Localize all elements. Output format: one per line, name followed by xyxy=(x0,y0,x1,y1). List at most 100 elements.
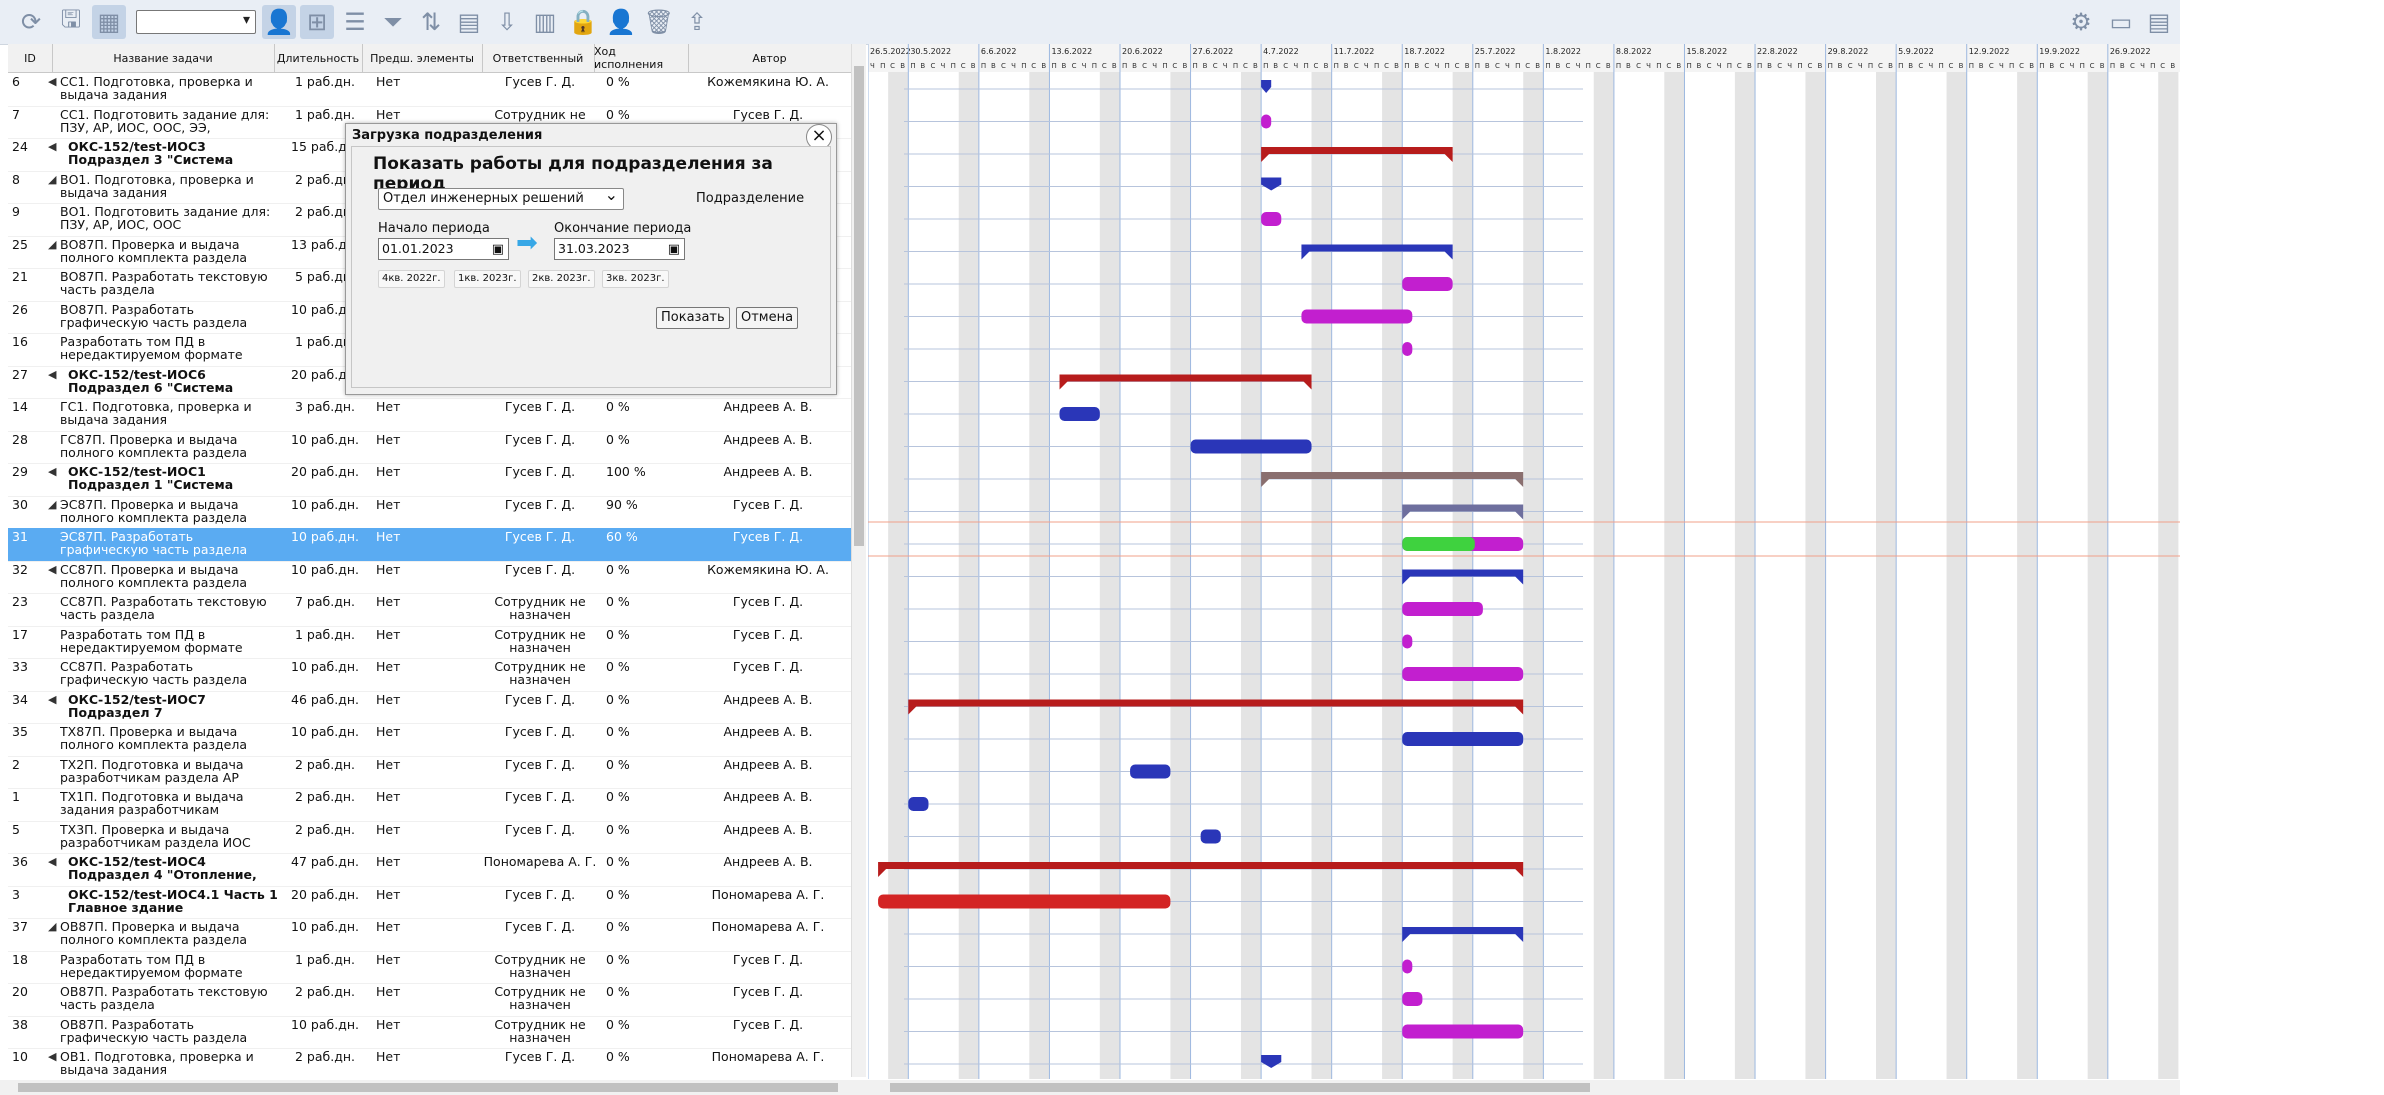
end-date-input[interactable]: 31.03.2023 ▣ xyxy=(554,238,685,260)
table-row[interactable]: 37 ◢ ОВ87П. Проверка и выдача полного комп… xyxy=(8,918,851,952)
expand-icon[interactable]: ◀ xyxy=(48,1050,58,1077)
col-progress[interactable]: Ход исполнения xyxy=(594,44,689,72)
expand-icon[interactable]: ◢ xyxy=(48,238,58,267)
expand-icon[interactable] xyxy=(48,433,58,462)
expand-icon[interactable] xyxy=(48,628,58,657)
expand-icon[interactable]: ◀ xyxy=(48,465,58,494)
monitor-settings-icon[interactable]: ▭ xyxy=(2104,5,2138,39)
table-row[interactable]: 38 ОВ87П. Разработать графическую часть р… xyxy=(8,1016,851,1049)
tree-icon[interactable]: ⊞ xyxy=(300,5,334,39)
expand-icon[interactable] xyxy=(48,888,58,917)
col-pred[interactable]: Предш. элементы xyxy=(362,44,483,72)
chart-icon[interactable]: ▥ xyxy=(528,5,562,39)
import-icon[interactable]: ⇩ xyxy=(490,5,524,39)
task-responsible: Гусев Г. Д. xyxy=(504,432,576,447)
save-icon[interactable]: 🖫 xyxy=(54,5,88,39)
table-row[interactable]: 33 СС87П. Разработать графическую часть р… xyxy=(8,658,851,692)
table-row[interactable]: 35 ТХ87П. Проверка и выдача полного компл… xyxy=(8,723,851,757)
quarter-button-q3-2023[interactable]: 3кв. 2023г. xyxy=(602,270,669,288)
quarter-button-q2-2023[interactable]: 2кв. 2023г. xyxy=(528,270,595,288)
expand-icon[interactable]: ◀ xyxy=(48,693,58,722)
expand-icon[interactable]: ◀ xyxy=(48,140,58,169)
task-name: ОВ87П. Разработать графическую часть раз… xyxy=(60,1017,248,1045)
col-name[interactable]: Название задачи xyxy=(52,44,275,72)
add-user-icon[interactable]: 👤 xyxy=(604,5,638,39)
expand-icon[interactable] xyxy=(48,595,58,624)
expand-icon[interactable] xyxy=(48,985,58,1014)
filter-user-icon[interactable]: 👤 xyxy=(262,5,296,39)
expand-icon[interactable]: ◢ xyxy=(48,173,58,202)
expand-icon[interactable] xyxy=(48,758,58,787)
cancel-button[interactable]: Отмена xyxy=(736,307,799,329)
quarter-button-q4-2022[interactable]: 4кв. 2022г. xyxy=(378,270,445,288)
filter-icon[interactable]: ⏷ xyxy=(376,5,410,39)
expand-icon[interactable] xyxy=(48,823,58,852)
table-row[interactable]: 20 ОВ87П. Разработать текстовую часть раз… xyxy=(8,983,851,1017)
table-row[interactable]: 31 ЭС87П. Разработать графическую часть р… xyxy=(8,528,851,562)
col-responsible[interactable]: Ответственный xyxy=(482,44,595,72)
table-row[interactable]: 29 ◀ ОКС-152/test-ИОС1 Подраздел 1 "Систем… xyxy=(8,463,851,497)
calendar-icon[interactable]: ▣ xyxy=(668,240,680,260)
table-row[interactable]: 32 ◀ СС87П. Проверка и выдача полного комп… xyxy=(8,561,851,594)
department-select[interactable]: Отдел инженерных решений xyxy=(378,185,624,210)
table-row[interactable]: 14 ГС1. Подготовка, проверка и выдача зад… xyxy=(8,398,851,432)
view-select[interactable] xyxy=(136,10,256,34)
table-row[interactable]: 3 ОКС-152/test-ИОС4.1 Часть 1 Главное зда… xyxy=(8,886,851,919)
lock-icon[interactable]: 🔒 xyxy=(566,5,600,39)
calendar-icon[interactable]: ▤ xyxy=(452,5,486,39)
table-row[interactable]: 23 СС87П. Разработать текстовую часть раз… xyxy=(8,593,851,627)
col-duration[interactable]: Длительность xyxy=(274,44,363,72)
col-author[interactable]: Автор xyxy=(688,44,851,72)
expand-icon[interactable] xyxy=(48,205,58,234)
table-row[interactable]: 2 ТХ2П. Подготовка и выдача разработчикам… xyxy=(8,756,851,789)
task-progress: 0 % xyxy=(606,692,630,707)
expand-icon[interactable] xyxy=(48,530,58,559)
table-row[interactable]: 1 ТХ1П. Подготовка и выдача задания разра… xyxy=(8,788,851,822)
horizontal-scrollbar[interactable] xyxy=(0,1080,2180,1095)
expand-icon[interactable]: ◢ xyxy=(48,498,58,527)
expand-icon[interactable]: ◀ xyxy=(48,368,58,397)
show-button[interactable]: Показать xyxy=(656,307,730,329)
columns-icon[interactable]: ▤ xyxy=(2142,5,2176,39)
delete-icon[interactable]: 🗑 xyxy=(642,5,676,39)
table-row[interactable]: 17 Разработать том ПД в нередактируемом ф… xyxy=(8,626,851,659)
expand-icon[interactable] xyxy=(48,660,58,689)
table-row[interactable]: 36 ◀ ОКС-152/test-ИОС4 Подраздел 4 "Отопле… xyxy=(8,853,851,887)
expand-icon[interactable] xyxy=(48,303,58,332)
grid-hscroll-thumb[interactable] xyxy=(18,1083,838,1092)
table-row[interactable]: 10 ◀ ОВ1. Подготовка, проверка и выдача за… xyxy=(8,1048,851,1077)
start-date-input[interactable]: 01.01.2023 ▣ xyxy=(378,238,509,260)
expand-icon[interactable] xyxy=(48,725,58,754)
calendar-icon[interactable]: ▣ xyxy=(492,240,504,260)
refresh-icon[interactable]: ⟳ xyxy=(14,5,48,39)
grid-vscrollbar[interactable] xyxy=(851,44,866,1077)
expand-icon[interactable] xyxy=(48,953,58,982)
gantt-hscroll-thumb[interactable] xyxy=(890,1083,1590,1092)
hierarchy-icon[interactable]: ▦ xyxy=(92,5,126,39)
export-icon[interactable]: ⇪ xyxy=(680,5,714,39)
expand-icon[interactable]: ◀ xyxy=(48,563,58,592)
expand-icon[interactable]: ◢ xyxy=(48,920,58,949)
expand-icon[interactable] xyxy=(48,335,58,364)
quarter-button-q1-2023[interactable]: 1кв. 2023г. xyxy=(454,270,521,288)
sort-lines-icon[interactable]: ☰ xyxy=(338,5,372,39)
expand-icon[interactable]: ◀ xyxy=(48,855,58,884)
expand-icon[interactable] xyxy=(48,270,58,299)
grid-vscroll-thumb[interactable] xyxy=(854,66,864,546)
task-duration: 1 раб.дн. xyxy=(295,627,355,642)
table-row[interactable]: 28 ГС87П. Проверка и выдача полного компл… xyxy=(8,431,851,464)
expand-icon[interactable]: ◀ xyxy=(48,75,58,104)
sort-icon[interactable]: ⇅ xyxy=(414,5,448,39)
table-row[interactable]: 6 ◀ СС1. Подготовка, проверка и выдача зад… xyxy=(8,73,851,107)
day-letter: С xyxy=(2160,62,2165,70)
settings-icon[interactable]: ⚙ xyxy=(2064,5,2098,39)
col-id[interactable]: ID xyxy=(8,44,53,72)
expand-icon[interactable] xyxy=(48,108,58,137)
expand-icon[interactable] xyxy=(48,400,58,429)
table-row[interactable]: 34 ◀ ОКС-152/test-ИОС7 Подраздел 7 46 раб.д… xyxy=(8,691,851,724)
table-row[interactable]: 5 ТХ3П. Проверка и выдача разработчикам р… xyxy=(8,821,851,854)
expand-icon[interactable] xyxy=(48,1018,58,1047)
expand-icon[interactable] xyxy=(48,790,58,819)
table-row[interactable]: 18 Разработать том ПД в нередактируемом ф… xyxy=(8,951,851,984)
table-row[interactable]: 30 ◢ ЭС87П. Проверка и выдача полного комп… xyxy=(8,496,851,529)
